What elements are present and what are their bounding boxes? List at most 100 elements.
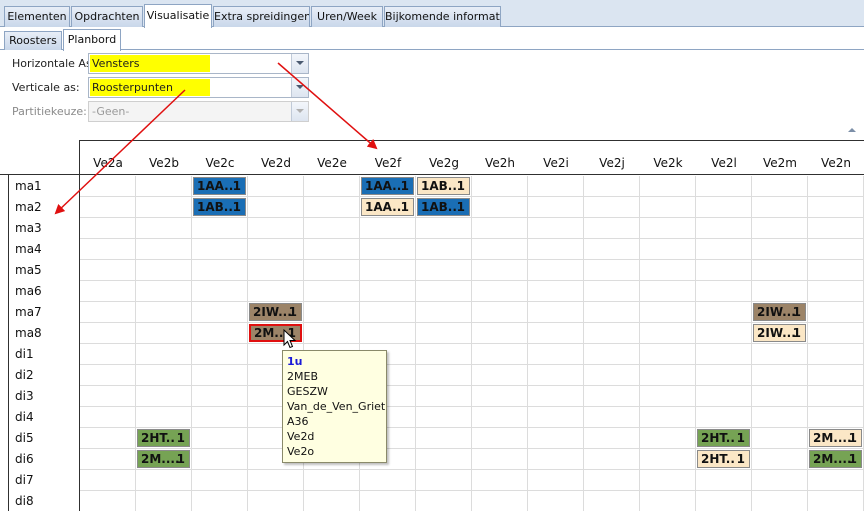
lesson-chip-label: 1AA..	[365, 179, 402, 193]
grid-column-line	[135, 176, 136, 511]
column-header[interactable]: Ve2j	[584, 156, 640, 170]
horizontal-axis-select[interactable]: Vensters	[88, 53, 309, 74]
lesson-chip-count: 1	[176, 452, 185, 466]
lesson-chip[interactable]: 1AB.. 1	[193, 198, 246, 216]
row-header[interactable]: ma6	[15, 284, 42, 298]
row-header[interactable]: di1	[15, 347, 34, 361]
lesson-chip[interactable]: 1AA.. 1	[361, 177, 414, 195]
subtab-planbord[interactable]: Planbord	[63, 29, 121, 51]
row-header[interactable]: di7	[15, 473, 34, 487]
lesson-chip-count: 1	[287, 326, 296, 340]
subtab-roosters[interactable]: Roosters	[4, 31, 62, 50]
lesson-chip[interactable]: 2HT.. 1	[697, 429, 750, 447]
lesson-chip-count: 1	[736, 452, 745, 466]
lesson-chip[interactable]: 2IW... 1	[249, 303, 302, 321]
grid-row-line	[80, 385, 864, 386]
lesson-chip[interactable]: 1AA.. 1	[361, 198, 414, 216]
grid-row-line	[80, 469, 864, 470]
lesson-chip[interactable]: 2IW... 1	[753, 324, 806, 342]
column-header[interactable]: Ve2c	[192, 156, 248, 170]
grid-column-line	[807, 176, 808, 511]
lesson-chip[interactable]: 2M.... 1	[137, 450, 190, 468]
column-header[interactable]: Ve2f	[360, 156, 416, 170]
lesson-chip-label: 2IW...	[757, 326, 796, 340]
lesson-chip-label: 1AA..	[365, 200, 402, 214]
column-header[interactable]: Ve2d	[248, 156, 304, 170]
row-header[interactable]: di3	[15, 389, 34, 403]
lesson-chip-label: 2HT..	[701, 452, 735, 466]
grid-row-header-divider	[79, 140, 80, 511]
chevron-down-icon[interactable]	[291, 78, 308, 97]
tab-extra-spreidingen[interactable]: Extra spreidingen	[213, 6, 310, 27]
column-header[interactable]: Ve2h	[472, 156, 528, 170]
lesson-chip[interactable]: 1AB.. 1	[417, 177, 470, 195]
row-header[interactable]: di4	[15, 410, 34, 424]
lesson-chip[interactable]: 2M.... 1	[809, 450, 862, 468]
column-header[interactable]: Ve2i	[528, 156, 584, 170]
grid-column-line	[751, 176, 752, 511]
grid-column-line	[695, 176, 696, 511]
grid-column-line	[527, 176, 528, 511]
lesson-chip[interactable]: 1AA.. 1	[193, 177, 246, 195]
chevron-down-icon[interactable]	[291, 54, 308, 73]
tab-opdrachten[interactable]: Opdrachten	[71, 6, 143, 27]
lesson-chip-count: 1	[400, 179, 409, 193]
grid-left-border	[8, 174, 9, 511]
partition-label: Partitiekeuze:	[12, 105, 87, 118]
grid-row-line	[80, 322, 864, 323]
lesson-chip-count: 1	[792, 326, 801, 340]
tooltip-line: GESZW	[287, 385, 328, 398]
column-header[interactable]: Ve2m	[752, 156, 808, 170]
lesson-chip[interactable]: 2M.... 1	[809, 429, 862, 447]
vertical-axis-label: Verticale as:	[12, 81, 80, 94]
row-header[interactable]: ma4	[15, 242, 42, 256]
lesson-chip-count: 1	[400, 200, 409, 214]
row-header[interactable]: di2	[15, 368, 34, 382]
tooltip-line: Ve2o	[287, 445, 315, 458]
row-header[interactable]: ma2	[15, 200, 42, 214]
row-header[interactable]: ma8	[15, 326, 42, 340]
row-header[interactable]: ma5	[15, 263, 42, 277]
vertical-axis-select[interactable]: Roosterpunten	[88, 77, 309, 98]
grid-column-line	[583, 176, 584, 511]
grid-row-line	[80, 490, 864, 491]
tab-bijkomende-informatie[interactable]: Bijkomende informatie	[384, 6, 501, 27]
lesson-chip-label: 1AB..	[421, 179, 457, 193]
column-header[interactable]: Ve2e	[304, 156, 360, 170]
partition-value: -Geen-	[92, 105, 130, 118]
row-header[interactable]: ma7	[15, 305, 42, 319]
lesson-chip[interactable]: 2IW... 1	[753, 303, 806, 321]
lesson-chip-label: 2M....	[813, 452, 852, 466]
column-header[interactable]: Ve2g	[416, 156, 472, 170]
row-header[interactable]: ma3	[15, 221, 42, 235]
grid-column-line	[191, 176, 192, 511]
grid-row-line	[80, 343, 864, 344]
tooltip-line: 1u	[287, 355, 303, 368]
row-header[interactable]: di8	[15, 494, 34, 508]
column-header[interactable]: Ve2l	[696, 156, 752, 170]
row-header[interactable]: di6	[15, 452, 34, 466]
tooltip-line: Ve2d	[287, 430, 315, 443]
tab-uren-week[interactable]: Uren/Week	[311, 6, 383, 27]
grid-row-line	[80, 301, 864, 302]
tab-visualisatie[interactable]: Visualisatie	[144, 4, 212, 28]
lesson-chip-count: 1	[848, 452, 857, 466]
lesson-chip-count: 1	[232, 179, 241, 193]
lesson-chip[interactable]: 1AB.. 1	[417, 198, 470, 216]
vertical-axis-value: Roosterpunten	[90, 79, 210, 96]
lesson-chip[interactable]: 2HT.. 1	[137, 429, 190, 447]
tab-elementen[interactable]: Elementen	[4, 6, 70, 27]
lesson-chip-count: 1	[176, 431, 185, 445]
selected-lesson-chip[interactable]: 2M.... 1	[249, 324, 302, 342]
row-header[interactable]: di5	[15, 431, 34, 445]
column-header[interactable]: Ve2n	[808, 156, 864, 170]
collapse-arrow-icon[interactable]	[848, 128, 856, 132]
grid-row-line	[80, 448, 864, 449]
lesson-chip[interactable]: 2HT.. 1	[697, 450, 750, 468]
lesson-chip-label: 1AB..	[197, 200, 233, 214]
column-header[interactable]: Ve2k	[640, 156, 696, 170]
column-header[interactable]: Ve2b	[136, 156, 192, 170]
row-header[interactable]: ma1	[15, 179, 42, 193]
column-header[interactable]: Ve2a	[80, 156, 136, 170]
tooltip-line: 2MEB	[287, 370, 318, 383]
